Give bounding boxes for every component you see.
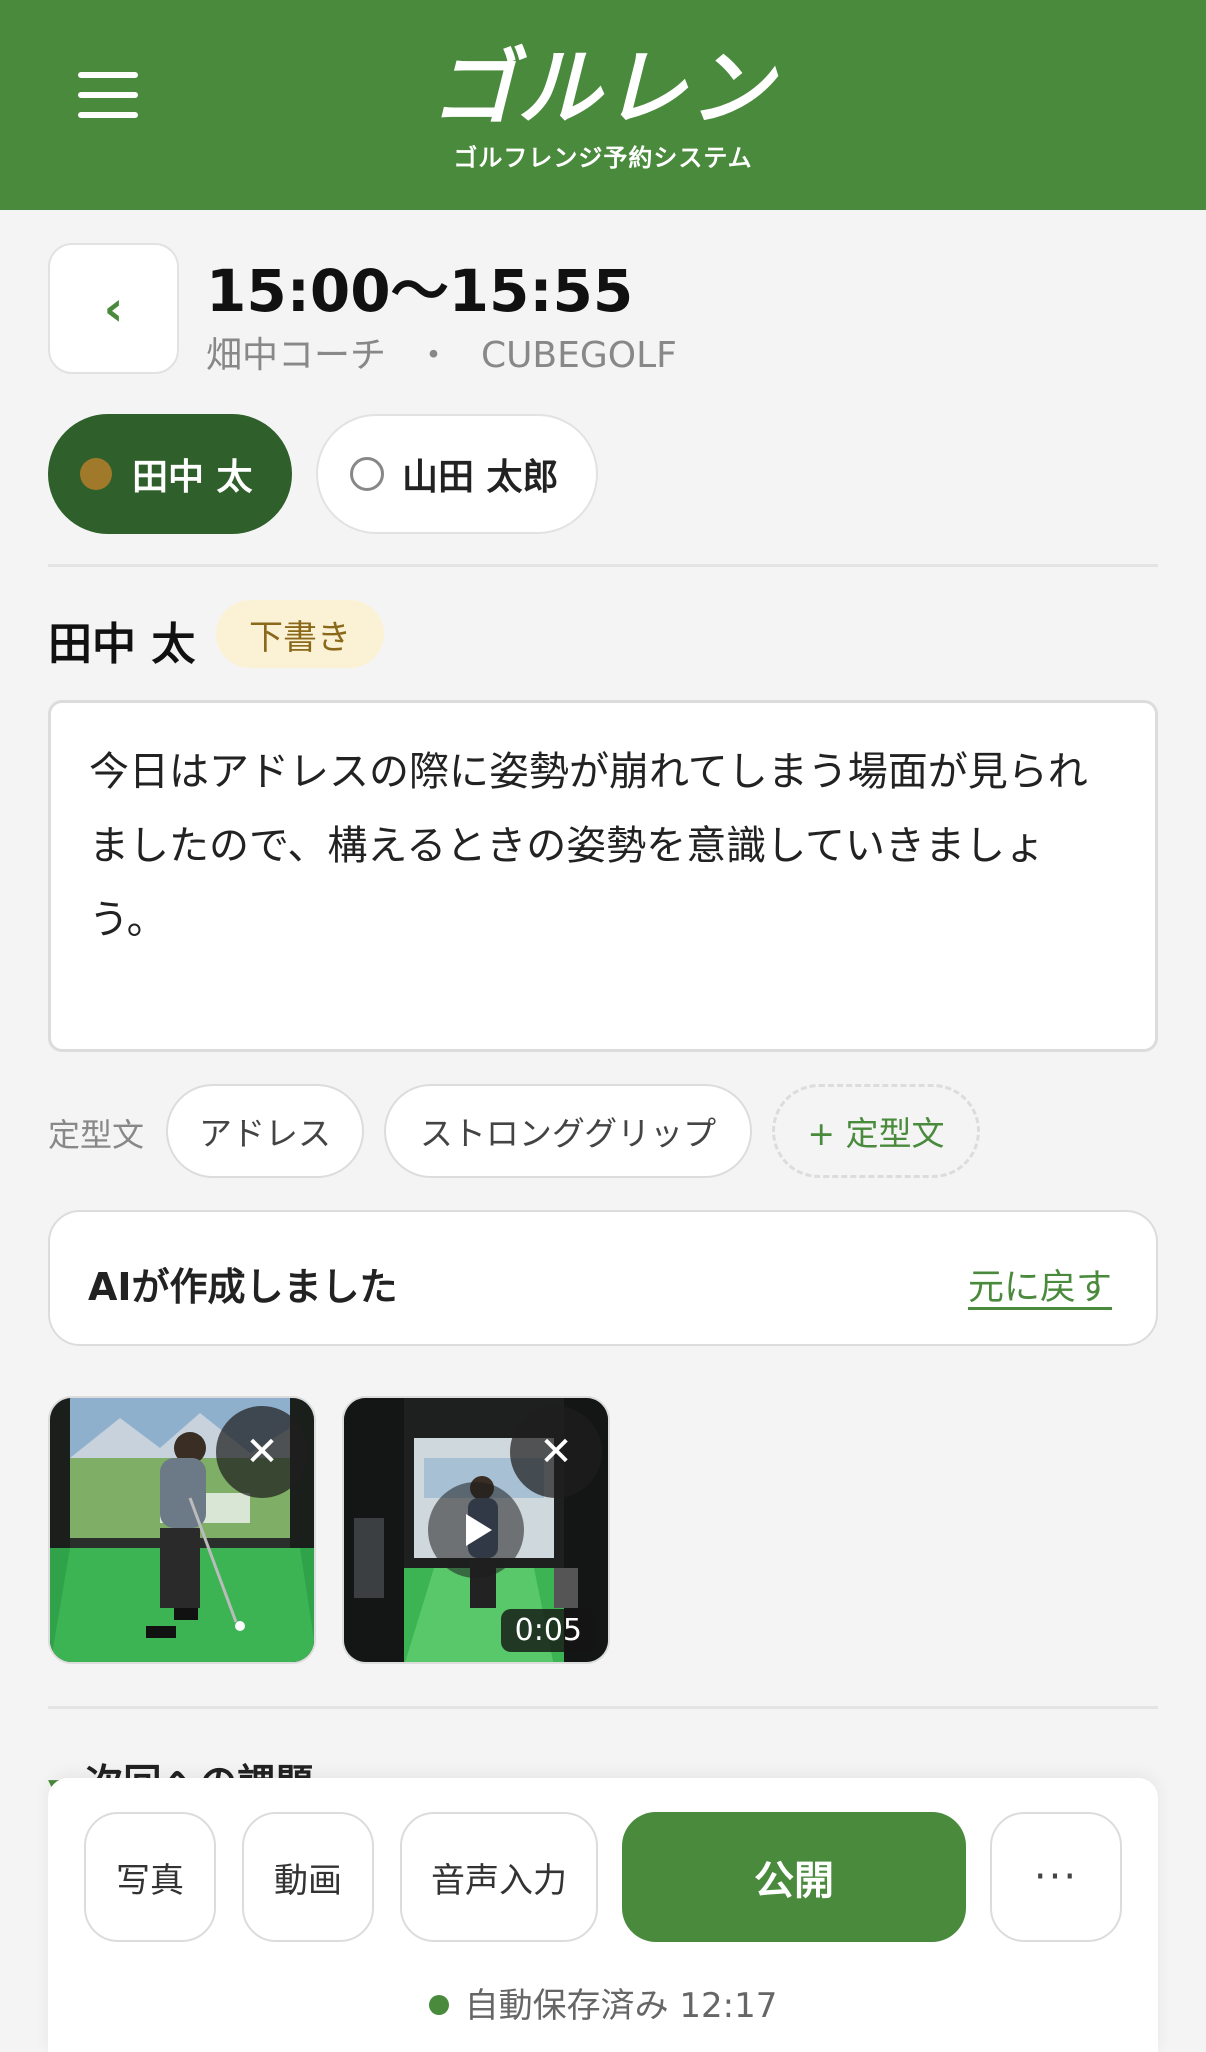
- back-button[interactable]: ‹: [48, 243, 179, 374]
- logo-subtitle: ゴルフレンジ予約システム: [453, 144, 753, 172]
- selected-dot-icon: [80, 458, 112, 490]
- student-chip-label: 山田 太郎: [402, 457, 559, 498]
- status-badge: 下書き: [216, 600, 384, 668]
- coach-name: 畑中コーチ: [206, 335, 387, 376]
- divider: [48, 1706, 1158, 1709]
- remove-video-button[interactable]: ✕: [510, 1406, 602, 1498]
- student-chip[interactable]: 山田 太郎: [316, 414, 598, 534]
- radio-icon: [350, 457, 384, 491]
- photo-button[interactable]: 写真: [84, 1812, 216, 1942]
- revert-link[interactable]: 元に戻す: [968, 1258, 1112, 1310]
- autosave-status: 自動保存済み 12:17: [48, 1978, 1158, 2027]
- autosave-text: 自動保存済み 12:17: [464, 1986, 778, 2026]
- venue-name: CUBEGOLF: [480, 335, 677, 376]
- publish-button[interactable]: 公開: [622, 1812, 966, 1942]
- session-meta: 畑中コーチ ・ CUBEGOLF: [206, 326, 677, 378]
- template-label: 定型文: [48, 1116, 145, 1154]
- meta-separator: ・: [415, 335, 452, 376]
- comment-textarea[interactable]: 今日はアドレスの際に姿勢が崩れてしまう場面が見られましたので、構えるときの姿勢を…: [48, 700, 1158, 1052]
- play-icon[interactable]: [428, 1482, 524, 1578]
- video-button[interactable]: 動画: [242, 1812, 374, 1942]
- more-options-button[interactable]: ···: [990, 1812, 1122, 1942]
- app-header: ゴルレン ゴルフレンジ予約システム: [0, 0, 1206, 210]
- remove-photo-button[interactable]: ✕: [216, 1406, 308, 1498]
- app-logo: ゴルレン ゴルフレンジ予約システム: [420, 44, 786, 173]
- photo-thumbnail[interactable]: ✕: [48, 1396, 316, 1664]
- video-duration: 0:05: [500, 1609, 596, 1652]
- bottom-action-panel: 写真 動画 音声入力 公開 ··· 自動保存済み 12:17: [48, 1778, 1158, 2052]
- ai-generated-bar: AIが作成しました 元に戻す: [48, 1210, 1158, 1346]
- template-chip-address[interactable]: アドレス: [166, 1084, 364, 1178]
- voice-input-button[interactable]: 音声入力: [400, 1812, 598, 1942]
- session-time: 15:00〜15:55: [206, 257, 634, 325]
- video-thumbnail[interactable]: ✕ 0:05: [342, 1396, 610, 1664]
- saved-status-icon: [428, 1994, 449, 2015]
- divider: [48, 564, 1158, 567]
- student-chip-selected[interactable]: 田中 太: [48, 414, 292, 534]
- ai-message: AIが作成しました: [88, 1265, 398, 1309]
- editor-student-name: 田中 太: [48, 619, 196, 670]
- student-chip-label: 田中 太: [132, 457, 253, 498]
- add-template-button[interactable]: + 定型文: [772, 1084, 980, 1178]
- logo-title: ゴルレン: [430, 39, 775, 137]
- template-chip-strong-grip[interactable]: ストロンググリップ: [384, 1084, 752, 1178]
- chevron-left-icon: ‹: [103, 280, 124, 337]
- menu-icon[interactable]: [78, 72, 138, 118]
